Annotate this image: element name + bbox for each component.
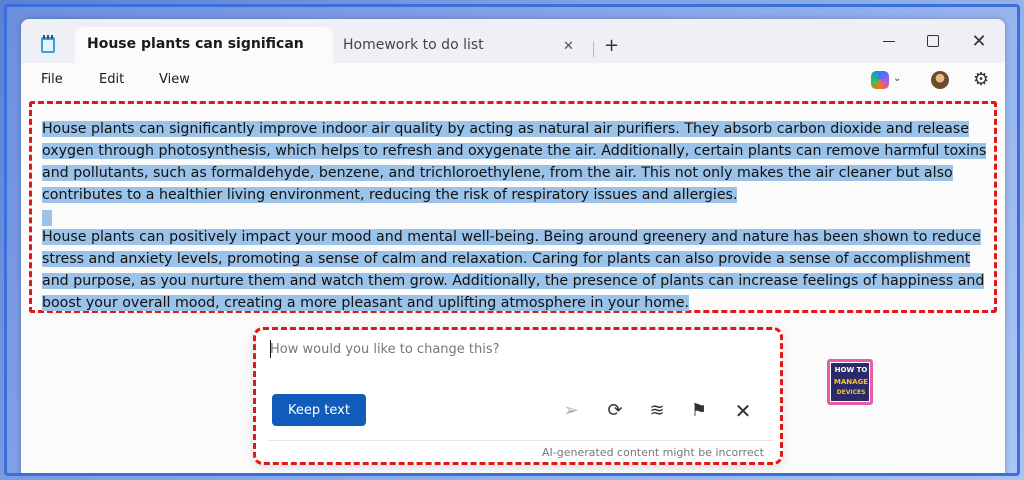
notepad-app-icon: [41, 35, 55, 53]
selected-text: House plants can significantly improve i…: [42, 121, 987, 203]
logo-inner: HOW TO MANAGE DEVICES: [830, 362, 870, 402]
close-icon[interactable]: ✕: [732, 400, 754, 422]
logo-text-mid: MANAGE: [833, 378, 869, 386]
chevron-down-icon[interactable]: ⌄: [893, 73, 901, 84]
menu-edit[interactable]: Edit: [99, 72, 124, 87]
how-to-manage-devices-logo: HOW TO MANAGE DEVICES: [827, 359, 873, 405]
refresh-icon[interactable]: ⟳: [604, 400, 626, 422]
keep-text-button[interactable]: Keep text: [272, 394, 366, 426]
flag-icon[interactable]: ⚑: [688, 400, 710, 422]
popup-divider: [268, 440, 774, 441]
rewrite-popup: Keep text ➢ ⟳ ≋ ⚑ ✕ AI-generated content…: [253, 327, 783, 465]
document-text-area[interactable]: House plants can significantly improve i…: [29, 101, 997, 313]
logo-text-bottom: DEVICES: [836, 389, 866, 396]
rewrite-prompt-input[interactable]: [270, 338, 750, 360]
gear-icon[interactable]: ⚙: [973, 69, 989, 90]
versions-stack-icon[interactable]: ≋: [646, 400, 668, 422]
tab-homework[interactable]: Homework to do list: [343, 35, 585, 59]
copilot-icon[interactable]: [871, 71, 889, 89]
tab-close-icon[interactable]: ✕: [563, 39, 574, 54]
menu-bar: File Edit View ⌄ ⚙: [21, 63, 1005, 95]
window-close-icon[interactable]: ✕: [967, 31, 991, 52]
maximize-icon[interactable]: [921, 31, 945, 51]
tab-label: House plants can significan: [87, 36, 304, 52]
tab-label: Homework to do list: [343, 37, 484, 53]
title-bar: House plants can significan Homework to …: [21, 19, 1005, 63]
send-icon[interactable]: ➢: [560, 400, 582, 422]
menu-file[interactable]: File: [41, 72, 63, 87]
avatar[interactable]: [931, 71, 949, 89]
ai-disclaimer: AI-generated content might be incorrect: [542, 446, 764, 459]
new-tab-plus-icon[interactable]: +: [604, 35, 619, 56]
tab-separator: [593, 41, 594, 57]
tab-house-plants[interactable]: House plants can significan: [75, 27, 333, 63]
logo-text-top: HOW TO: [834, 366, 868, 374]
paragraph-2: House plants can positively impact your …: [42, 226, 992, 314]
notepad-window: House plants can significan Homework to …: [21, 19, 1005, 473]
paragraph-1: House plants can significantly improve i…: [42, 118, 992, 206]
screenshot-frame: House plants can significan Homework to …: [4, 4, 1020, 476]
selection-blank-line: [42, 210, 52, 226]
selected-text: House plants can positively impact your …: [42, 229, 985, 311]
menu-view[interactable]: View: [159, 72, 190, 87]
minimize-icon[interactable]: [877, 31, 901, 51]
